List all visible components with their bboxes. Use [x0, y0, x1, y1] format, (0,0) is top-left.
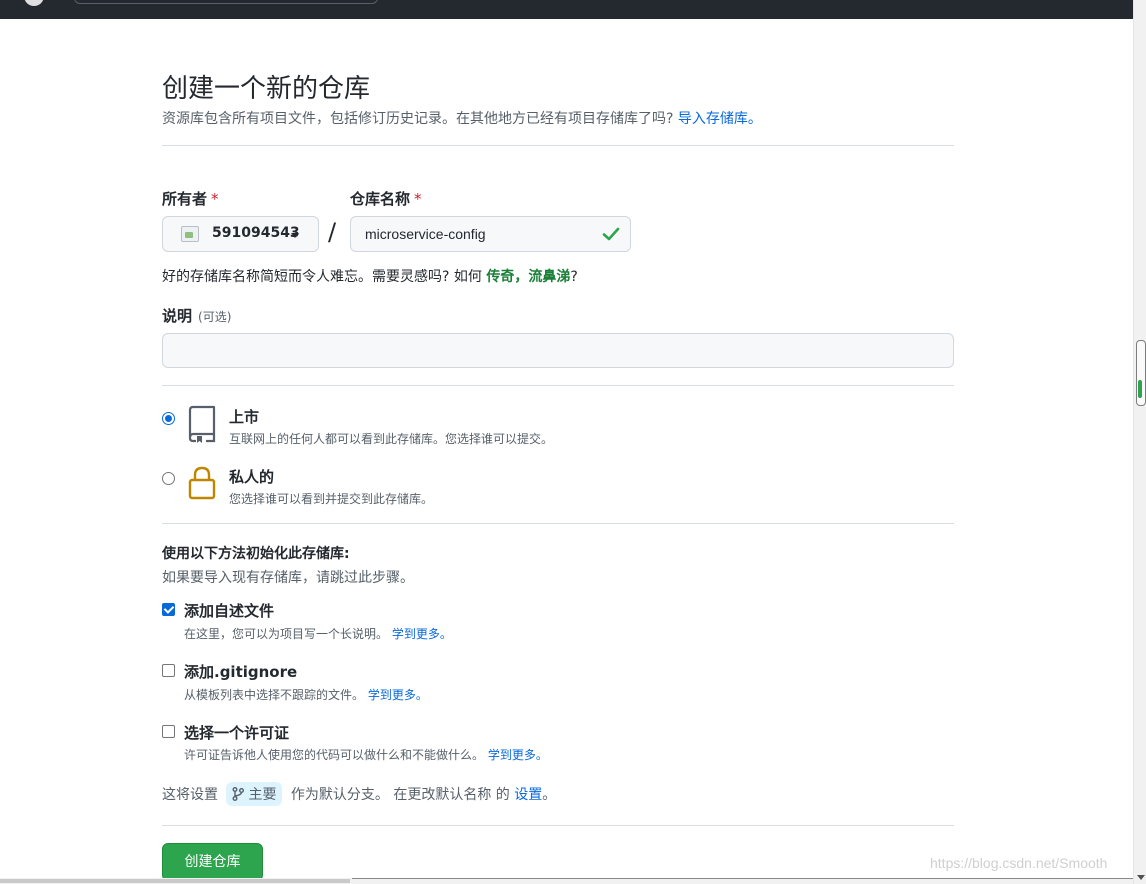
initialize-section-subtitle: 如果要导入现有存储库，请跳过此步骤。 [162, 570, 414, 586]
name-suggestion[interactable]: 传奇，流鼻涕 [486, 269, 570, 285]
initialize-section-title: 使用以下方法初始化此存储库: [162, 546, 350, 562]
add-gitignore-description-text: 从模板列表中选择不跟踪的文件。 [184, 688, 365, 702]
gitignore-learn-more-link[interactable]: 学到更多。 [368, 688, 428, 702]
optional-tag: (可选) [198, 310, 232, 324]
add-readme-label[interactable]: 添加自述文件 [184, 600, 274, 621]
git-branch-icon [232, 787, 245, 801]
name-hint-text: 好的存储库名称简短而令人难忘。需要灵感吗? 如何 [162, 269, 482, 285]
name-hint-suffix: ? [570, 269, 578, 285]
owner-dropdown-button[interactable]: 591094543 [162, 216, 319, 252]
check-icon [602, 227, 620, 241]
description-label: 说明 (可选) [162, 305, 231, 326]
name-hint: 好的存储库名称简短而令人难忘。需要灵感吗? 如何 传奇，流鼻涕? [162, 266, 578, 286]
repo-name-label: 仓库名称 * [350, 188, 422, 209]
owner-label-text: 所有者 [162, 190, 208, 208]
add-readme-description: 在这里，您可以为项目写一个长说明。 学到更多。 [184, 625, 452, 642]
private-option-title: 私人的 [229, 468, 275, 486]
watermark: https://blog.csdn.net/Smooth [930, 855, 1108, 871]
broken-image-icon [181, 226, 199, 242]
add-readme-description-text: 在这里，您可以为项目写一个长说明。 [184, 627, 389, 641]
add-gitignore-checkbox[interactable] [162, 664, 175, 677]
caret-down-icon [291, 233, 299, 238]
choose-license-label[interactable]: 选择一个许可证 [184, 722, 289, 743]
divider [162, 385, 954, 386]
import-repository-link[interactable]: 导入存储库。 [678, 111, 762, 127]
add-readme-checkbox[interactable] [162, 603, 175, 616]
search-input[interactable] [74, 0, 378, 4]
choose-license-description: 许可证告诉他人使用您的代码可以做什么和不能做什么。 学到更多。 [184, 746, 548, 763]
repository-name-input[interactable]: microservice-config [350, 216, 631, 252]
owner-repo-separator: / [328, 218, 337, 246]
add-gitignore-description: 从模板列表中选择不跟踪的文件。 学到更多。 [184, 686, 428, 703]
readme-learn-more-link[interactable]: 学到更多。 [392, 627, 452, 641]
page-subtitle: 资源库包含所有项目文件，包括修订历史记录。在其他地方已经有项目存储库了吗? 导入… [162, 108, 762, 128]
page-title: 创建一个新的仓库 [162, 74, 371, 104]
add-gitignore-label[interactable]: 添加.gitignore [184, 661, 297, 682]
private-option-description: 您选择谁可以看到并提交到此存储库。 [229, 492, 434, 506]
branch-name: 主要 [248, 787, 277, 803]
required-mark: * [211, 190, 219, 208]
create-repository-button[interactable]: 创建仓库 [162, 843, 263, 881]
divider [162, 523, 954, 524]
description-input[interactable] [162, 333, 954, 368]
required-mark: * [414, 190, 422, 208]
license-learn-more-link[interactable]: 学到更多。 [488, 748, 548, 762]
choose-license-checkbox[interactable] [162, 725, 175, 738]
repository-name-value: microservice-config [365, 226, 486, 242]
choose-license-description-text: 许可证告诉他人使用您的代码可以做什么和不能做什么。 [184, 748, 485, 762]
default-branch-note: 这将设置 主要 作为默认分支。 在更改默认名称 的 设置。 [162, 782, 556, 806]
scroll-down-arrow-icon[interactable] [1137, 875, 1145, 880]
divider [162, 825, 954, 826]
repo-icon [188, 405, 216, 443]
public-radio[interactable] [162, 412, 175, 425]
scrollbar-track-line [352, 878, 1133, 879]
branch-note-suffix: 。 [542, 787, 557, 803]
scroll-marker [1138, 380, 1142, 398]
description-label-text: 说明 [162, 307, 193, 325]
lock-icon [188, 466, 216, 500]
vertical-scrollbar[interactable] [1133, 0, 1146, 884]
repo-name-label-text: 仓库名称 [350, 190, 411, 208]
divider [162, 145, 954, 146]
settings-link[interactable]: 设置 [514, 787, 542, 803]
branch-note-prefix: 这将设置 [162, 787, 218, 803]
github-logo[interactable] [24, 0, 44, 6]
top-navigation-bar [0, 0, 1133, 19]
branch-name-badge: 主要 [226, 782, 283, 806]
branch-note-middle: 作为默认分支。 在更改默认名称 的 [290, 787, 510, 803]
private-radio[interactable] [162, 472, 175, 485]
owner-label: 所有者 * [162, 188, 219, 209]
subtitle-text: 资源库包含所有项目文件，包括修订历史记录。在其他地方已经有项目存储库了吗? [162, 111, 674, 127]
horizontal-scrollbar[interactable] [0, 878, 1133, 884]
horizontal-scrollbar-thumb[interactable] [0, 879, 350, 883]
public-option-description: 互联网上的任何人都可以看到此存储库。您选择谁可以提交。 [229, 432, 554, 446]
owner-name: 591094543 [212, 225, 300, 241]
public-option-title: 上市 [229, 408, 260, 426]
